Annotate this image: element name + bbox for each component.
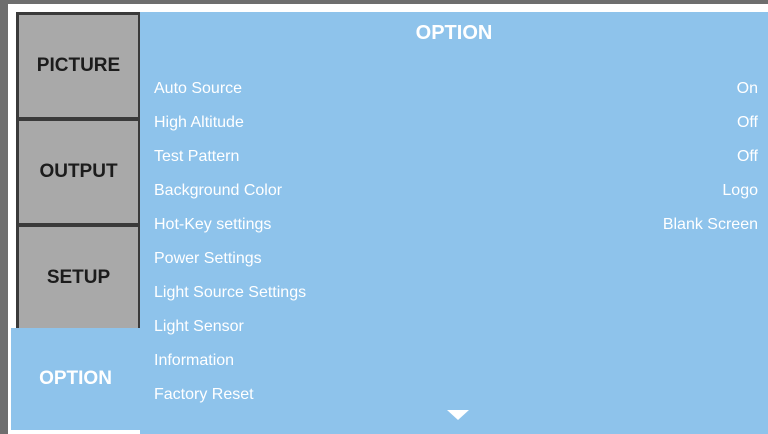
menu-item-label: Hot-Key settings [154, 216, 272, 233]
tab-picture[interactable]: PICTURE [16, 12, 140, 120]
menu-item-label: Light Source Settings [154, 284, 307, 301]
menu-item-label: High Altitude [154, 114, 244, 131]
menu-item-light-source-settings[interactable]: Light Source Settings [140, 280, 768, 310]
down-triangle-icon[interactable] [447, 410, 469, 420]
menu-item-label: Light Sensor [154, 318, 244, 335]
menu-item-label: Power Settings [154, 250, 262, 267]
menu-item-label: Information [154, 352, 235, 369]
menu-item-value: Blank Screen [662, 216, 758, 233]
option-panel: OPTION Auto Source On High Altitude Off … [140, 12, 768, 434]
menu-item-label: Test Pattern [154, 148, 240, 165]
menu-item-label: Auto Source [154, 80, 243, 97]
menu-item-label: Factory Reset [154, 386, 254, 403]
menu-item-value: Off [736, 148, 758, 165]
menu-item-value: On [736, 80, 758, 97]
menu-item-high-altitude[interactable]: High Altitude Off [140, 110, 768, 140]
menu-item-hot-key-settings[interactable]: Hot-Key settings Blank Screen [140, 212, 768, 242]
tab-output[interactable]: OUTPUT [16, 118, 140, 226]
menu-item-background-color[interactable]: Background Color Logo [140, 178, 768, 208]
left-frame-bar [0, 0, 8, 434]
projector-osd-menu: PICTURE OUTPUT SETUP OPTION OPTION Auto … [0, 0, 768, 434]
menu-item-information[interactable]: Information [140, 348, 768, 378]
menu-item-factory-reset[interactable]: Factory Reset [140, 382, 768, 412]
menu-item-light-sensor[interactable]: Light Sensor [140, 314, 768, 344]
menu-item-value: Logo [722, 182, 758, 199]
menu-item-label: Background Color [154, 182, 283, 199]
menu-item-value: Off [736, 114, 758, 131]
tab-option[interactable]: OPTION [11, 328, 140, 430]
menu-item-power-settings[interactable]: Power Settings [140, 246, 768, 276]
menu-item-auto-source[interactable]: Auto Source On [140, 76, 768, 106]
panel-title: OPTION [415, 22, 493, 44]
menu-item-test-pattern[interactable]: Test Pattern Off [140, 144, 768, 174]
tab-setup[interactable]: SETUP [16, 224, 140, 332]
